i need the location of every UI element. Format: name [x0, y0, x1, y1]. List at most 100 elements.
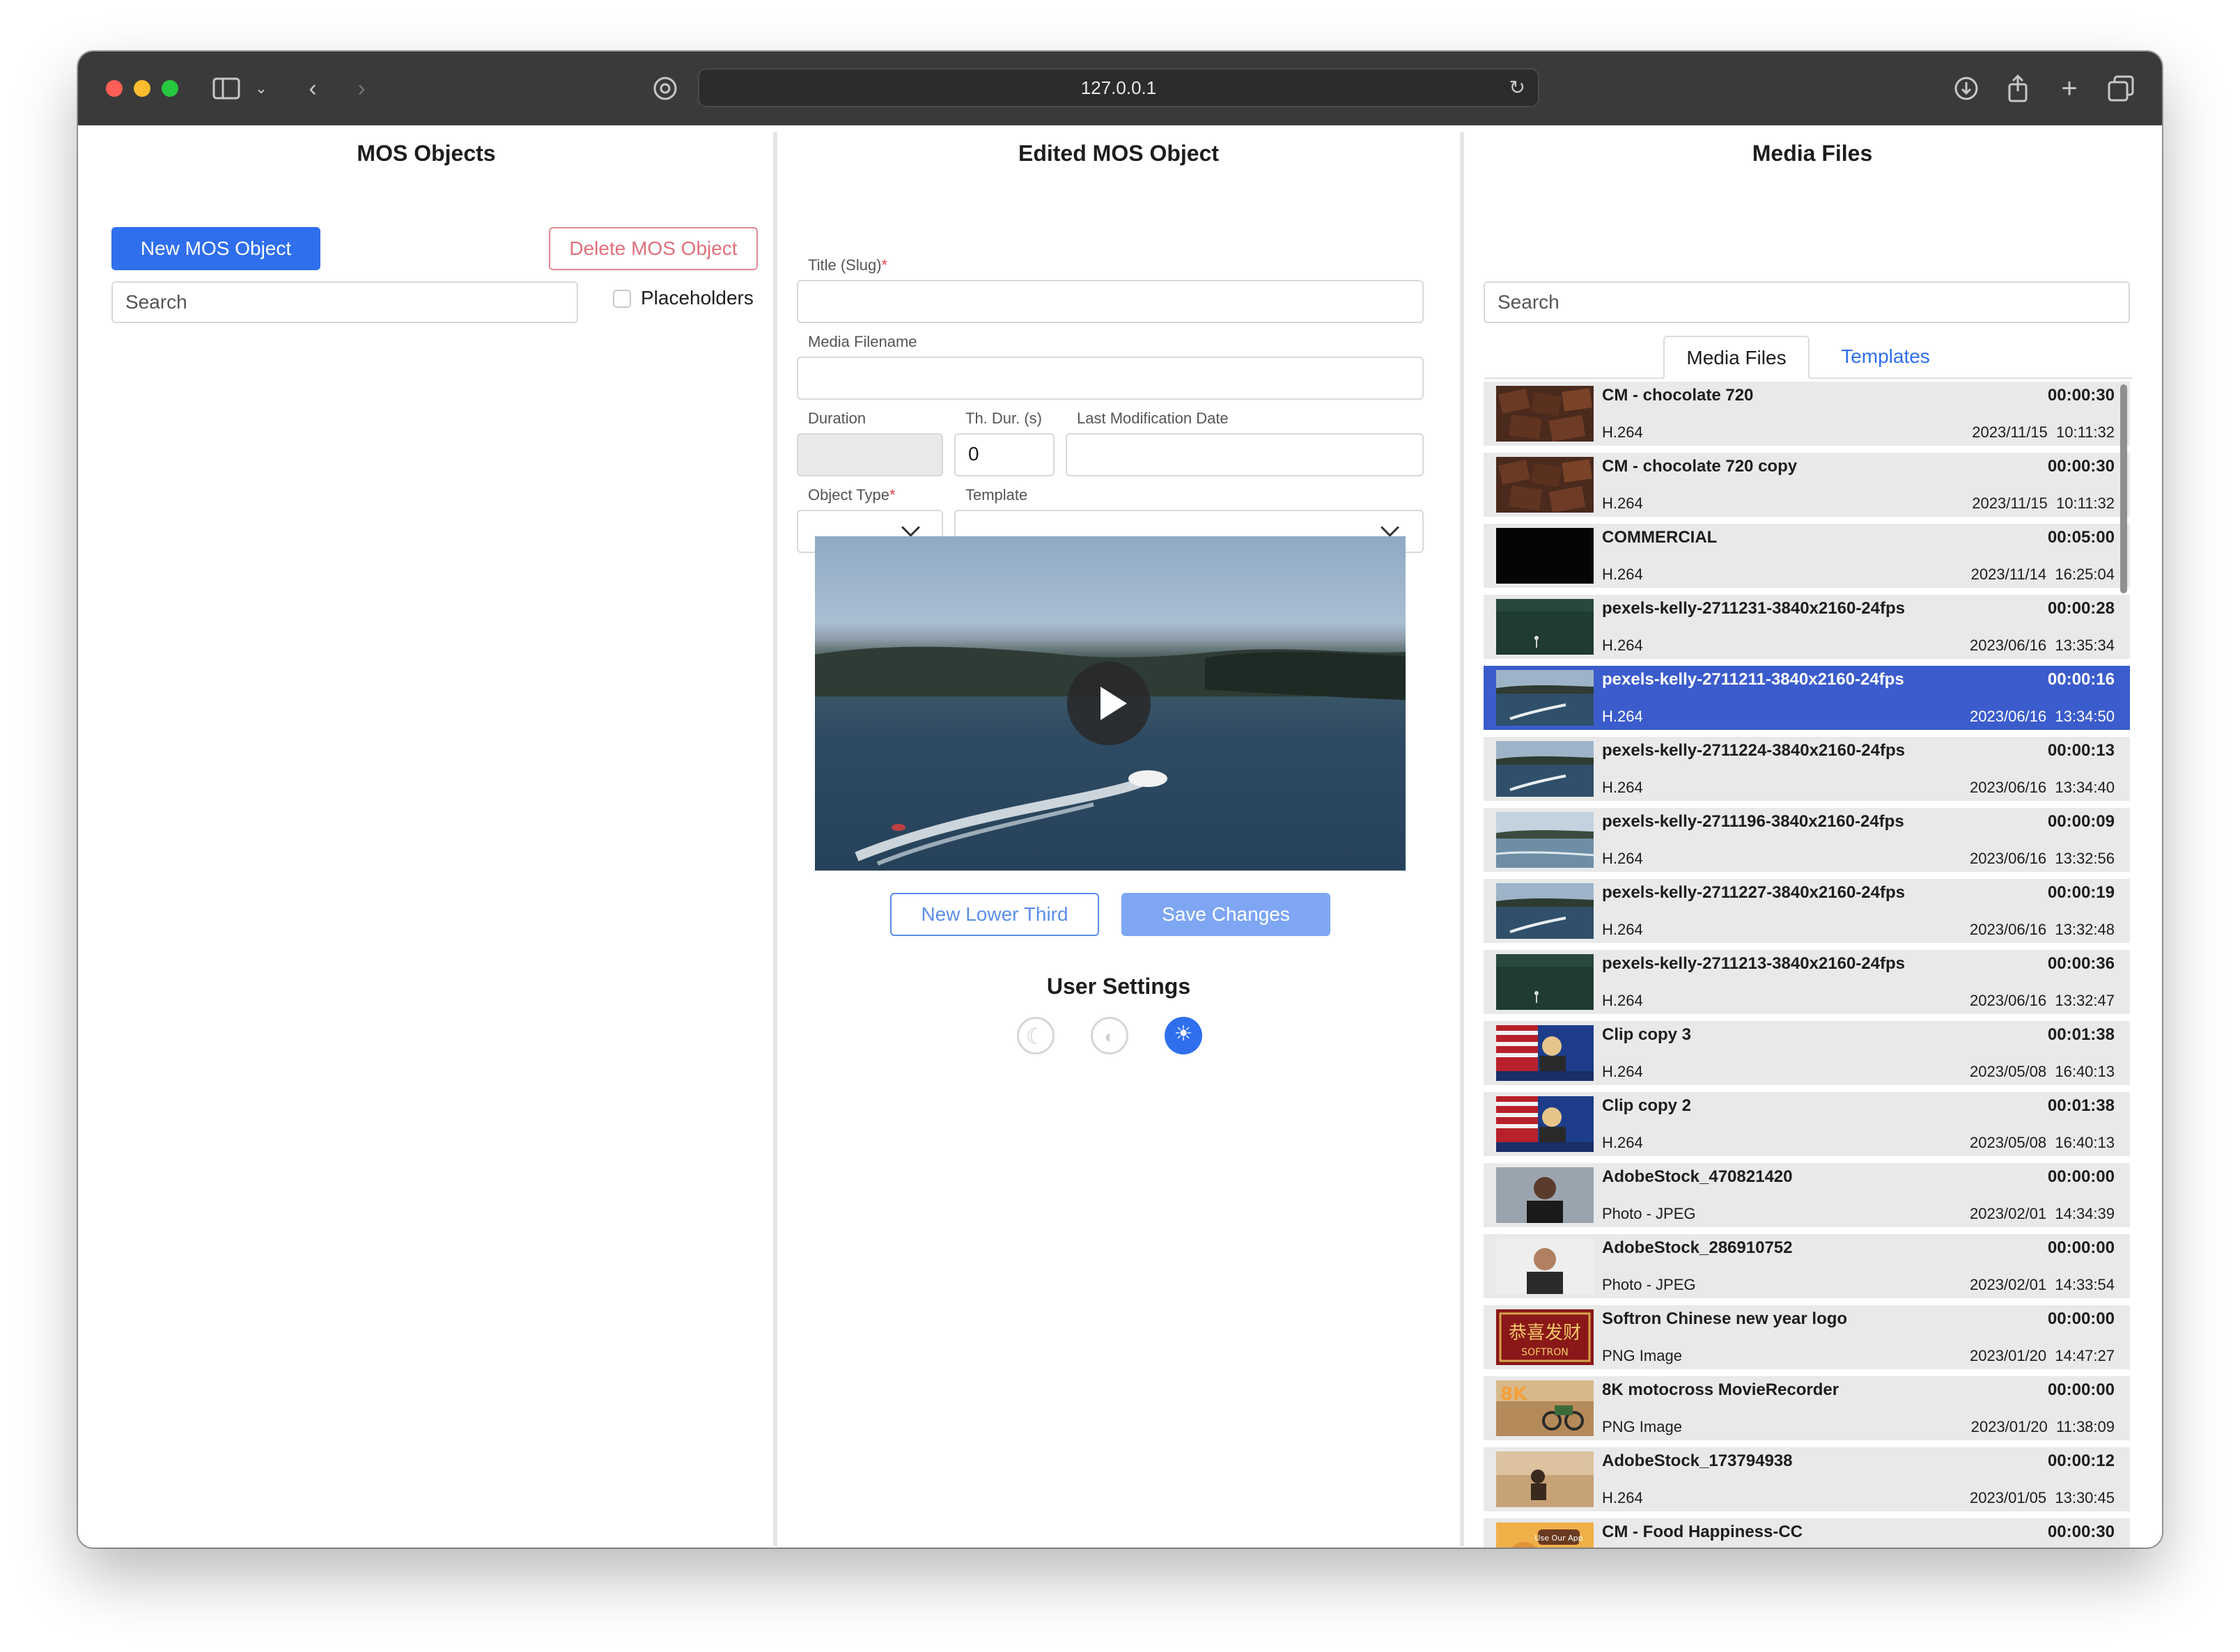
last-modification-date-input[interactable]	[1066, 433, 1424, 476]
new-mos-object-button[interactable]: New MOS Object	[111, 227, 320, 270]
play-button[interactable]	[1067, 662, 1151, 745]
media-file-row[interactable]: CM - chocolate 720 copy 00:00:30 H.264 2023…	[1484, 453, 2130, 517]
media-file-row[interactable]: Clip copy 2 00:01:38 H.264 2023/05/08 16:40…	[1484, 1092, 2130, 1156]
media-thumbnail	[1496, 1025, 1594, 1081]
media-file-row[interactable]: pexels-kelly-2711213-3840x2160-24fps 00:0…	[1484, 950, 2130, 1014]
new-lower-third-button[interactable]: New Lower Third	[890, 893, 1099, 936]
media-file-duration: 00:01:38	[2047, 1096, 2115, 1115]
new-tab-icon[interactable]: +	[2053, 72, 2085, 104]
media-file-name: pexels-kelly-2711231-3840x2160-24fps	[1602, 599, 1905, 618]
share-icon[interactable]	[2002, 72, 2034, 104]
media-file-date: 2023/06/16 13:34:50	[1970, 708, 2115, 725]
media-file-row[interactable]: pexels-kelly-2711227-3840x2160-24fps 00:0…	[1484, 879, 2130, 943]
zoom-window-button[interactable]	[162, 80, 178, 97]
media-file-date: 2023/05/08 16:40:13	[1970, 1063, 2115, 1080]
media-file-type: H.264	[1602, 1134, 1643, 1151]
chevron-down-icon	[901, 518, 920, 537]
media-file-duration: 00:00:12	[2047, 1451, 2115, 1470]
media-thumbnail: 恭喜发财 SOFTRON	[1496, 1309, 1594, 1365]
last-modification-date-label: Last Modification Date	[1077, 410, 1229, 427]
media-file-list[interactable]: CM - chocolate 720 00:00:30 H.264 2023/11/1…	[1484, 382, 2130, 1548]
media-list-scrollbar[interactable]	[2120, 384, 2127, 593]
media-thumbnail	[1496, 1238, 1594, 1294]
media-file-type: H.264	[1602, 708, 1643, 725]
media-file-row[interactable]: pexels-kelly-2711224-3840x2160-24fps 00:0…	[1484, 737, 2130, 801]
reload-icon[interactable]: ↻	[1509, 70, 1525, 106]
media-file-duration: 00:00:00	[2047, 1380, 2115, 1399]
media-file-date: 2023/06/16 13:32:47	[1970, 992, 2115, 1009]
mos-search-input[interactable]: Search	[111, 281, 578, 323]
dark-mode-moon-icon[interactable]: ☾	[1017, 1017, 1055, 1054]
media-file-duration: 00:00:30	[2047, 457, 2115, 476]
media-file-name: Softron Chinese new year logo	[1602, 1309, 1848, 1328]
svg-text:Use Our App: Use Our App	[1534, 1534, 1582, 1543]
browser-window: ⌄ ‹ › 127.0.0.1 ↻ + MOS Objects New MOS …	[78, 52, 2162, 1548]
sidebar-toggle-icon[interactable]	[210, 72, 242, 104]
media-file-row[interactable]: AdobeStock_470821420 00:00:00 Photo - JPEG…	[1484, 1163, 2130, 1227]
tab-media-files[interactable]: Media Files	[1663, 336, 1810, 379]
edited-mos-object-title: Edited MOS Object	[1018, 141, 1220, 166]
column-divider-right[interactable]	[1460, 132, 1464, 1546]
tab-overview-icon[interactable]	[2105, 72, 2137, 104]
media-thumbnail	[1496, 599, 1594, 655]
media-file-row[interactable]: pexels-kelly-2711211-3840x2160-24fps 00:0…	[1484, 666, 2130, 730]
media-file-row[interactable]: 恭喜发财 SOFTRON Softron Chinese new year logo…	[1484, 1305, 2130, 1369]
media-file-row[interactable]: pexels-kelly-2711231-3840x2160-24fps 00:0…	[1484, 595, 2130, 659]
save-changes-button[interactable]: Save Changes	[1121, 893, 1330, 936]
download-icon[interactable]	[1950, 72, 1982, 104]
media-thumbnail	[1496, 1451, 1594, 1507]
media-file-date: 2023/02/01 14:34:39	[1970, 1205, 2115, 1222]
media-file-name: AdobeStock_173794938	[1602, 1451, 1793, 1470]
media-thumbnail	[1496, 457, 1594, 513]
media-file-row[interactable]: CM - chocolate 720 00:00:30 H.264 2023/11/1…	[1484, 382, 2130, 446]
play-icon	[1100, 687, 1127, 720]
svg-text:SOFTRON: SOFTRON	[1521, 1347, 1568, 1358]
media-file-name: AdobeStock_286910752	[1602, 1238, 1793, 1257]
mos-objects-title: MOS Objects	[357, 141, 496, 166]
light-mode-sun-icon[interactable]: ☀	[1165, 1017, 1202, 1054]
media-file-name: pexels-kelly-2711227-3840x2160-24fps	[1602, 883, 1905, 902]
media-file-duration: 00:00:00	[2047, 1309, 2115, 1328]
media-file-row[interactable]: pexels-kelly-2711196-3840x2160-24fps 00:0…	[1484, 808, 2130, 872]
delete-mos-object-button[interactable]: Delete MOS Object	[549, 227, 758, 270]
placeholders-checkbox[interactable]	[613, 290, 631, 308]
address-bar[interactable]: 127.0.0.1 ↻	[698, 68, 1539, 107]
media-file-row[interactable]: Clip copy 3 00:01:38 H.264 2023/05/08 16:40…	[1484, 1021, 2130, 1085]
media-search-input[interactable]: Search	[1484, 281, 2130, 323]
media-file-duration: 00:00:00	[2047, 1167, 2115, 1186]
tab-templates[interactable]: Templates	[1812, 336, 1959, 379]
media-filename-input[interactable]	[797, 357, 1424, 400]
media-file-row[interactable]: COMMERCIAL 00:05:00 H.264 2023/11/14 16:25:…	[1484, 524, 2130, 588]
media-file-date: 2023/01/20 14:47:27	[1970, 1347, 2115, 1364]
auto-mode-icon[interactable]: ◐	[1091, 1017, 1128, 1054]
media-file-name: Clip copy 3	[1602, 1025, 1692, 1044]
media-file-name: Clip copy 2	[1602, 1096, 1692, 1115]
media-file-row[interactable]: AdobeStock_173794938 00:00:12 H.264 2023/01…	[1484, 1447, 2130, 1511]
close-window-button[interactable]	[106, 80, 123, 97]
title-slug-input[interactable]	[797, 280, 1424, 323]
th-dur-input[interactable]: 0	[954, 433, 1055, 476]
column-divider-left[interactable]	[773, 132, 777, 1546]
media-thumbnail	[1496, 883, 1594, 939]
media-file-duration: 00:05:00	[2047, 528, 2115, 547]
duration-input	[797, 433, 943, 476]
media-thumbnail	[1496, 741, 1594, 797]
media-file-row[interactable]: 8K 8K motocross MovieRecorder 00:00:00 PNG …	[1484, 1376, 2130, 1440]
chevron-down-icon[interactable]: ⌄	[245, 72, 277, 104]
media-file-date: 2023/06/16 13:32:56	[1970, 850, 2115, 867]
media-file-type: Photo - JPEG	[1602, 1205, 1696, 1222]
privacy-report-icon[interactable]	[649, 72, 681, 104]
media-file-row[interactable]: Use Our App CM - Food Happiness-CC 00:00:3…	[1484, 1518, 2130, 1548]
media-file-row[interactable]: AdobeStock_286910752 00:00:00 Photo - JPEG…	[1484, 1234, 2130, 1298]
media-file-type: H.264	[1602, 779, 1643, 796]
chevron-down-icon	[1380, 518, 1399, 537]
minimize-window-button[interactable]	[134, 80, 150, 97]
media-file-duration: 00:00:13	[2047, 741, 2115, 760]
media-file-date: 2023/06/16 13:35:34	[1970, 637, 2115, 654]
forward-icon[interactable]: ›	[345, 72, 378, 104]
media-thumbnail	[1496, 386, 1594, 442]
media-file-date: 2023/01/05 13:30:45	[1970, 1489, 2115, 1506]
video-preview[interactable]	[815, 536, 1406, 871]
media-file-date: 2023/11/14 16:25:04	[1970, 566, 2115, 583]
back-icon[interactable]: ‹	[297, 72, 329, 104]
